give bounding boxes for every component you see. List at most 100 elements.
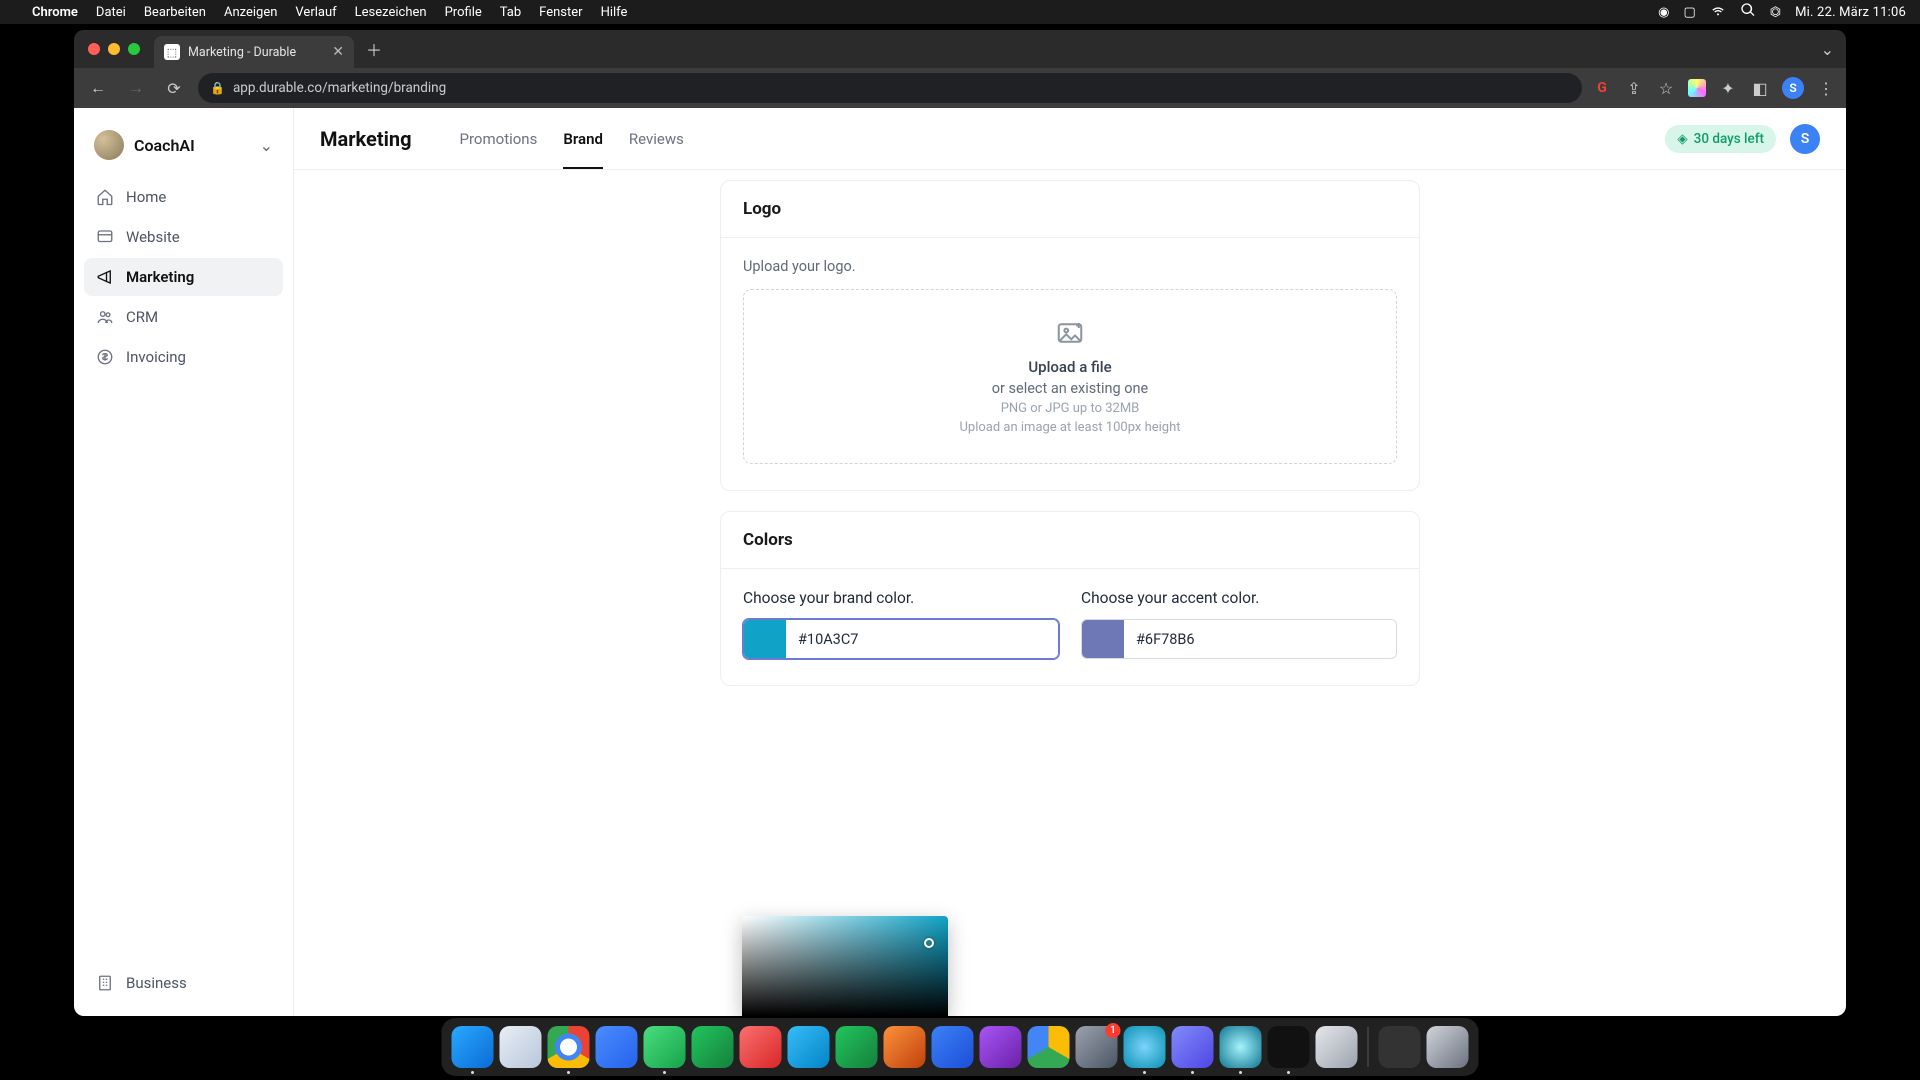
chevron-down-icon: ⌄	[260, 136, 273, 155]
tab-close-icon[interactable]: ✕	[332, 44, 344, 60]
menubar-app-name[interactable]: Chrome	[32, 5, 78, 20]
back-button[interactable]: ←	[84, 74, 112, 102]
sidebar-item-invoicing[interactable]: Invoicing	[84, 338, 283, 376]
dock-app-whatsapp[interactable]	[644, 1026, 686, 1068]
color-picker-popover[interactable]	[742, 916, 948, 1016]
page-title: Marketing	[320, 127, 412, 151]
address-bar[interactable]: 🔒 app.durable.co/marketing/branding	[198, 73, 1582, 103]
upload-link[interactable]: Upload a file	[1028, 358, 1111, 376]
search-icon[interactable]	[1740, 2, 1756, 22]
sidebar-item-label: Website	[126, 228, 180, 246]
dock-app-drive[interactable]	[1028, 1026, 1070, 1068]
forward-button[interactable]: →	[122, 74, 150, 102]
accent-color-input[interactable]	[1124, 620, 1396, 658]
menubar-item[interactable]: Lesezeichen	[355, 5, 427, 20]
chrome-tabstrip: ⬚ Marketing - Durable ✕ ＋ ⌄	[74, 30, 1846, 68]
sidebar: CoachAI ⌄ Home Website Marketing	[74, 108, 294, 1016]
dock-app-trash[interactable]	[1427, 1026, 1469, 1068]
dock-app-excel[interactable]	[836, 1026, 878, 1068]
dock-app-circle[interactable]	[1124, 1026, 1166, 1068]
browser-tab[interactable]: ⬚ Marketing - Durable ✕	[154, 36, 354, 68]
sidebar-item-business[interactable]: Business	[84, 964, 283, 1002]
sidebar-item-label: Invoicing	[126, 348, 186, 366]
new-tab-button[interactable]: ＋	[360, 35, 388, 63]
window-minimize-button[interactable]	[108, 43, 120, 55]
tab-promotions[interactable]: Promotions	[460, 108, 538, 169]
megaphone-icon	[96, 268, 114, 286]
dock-app-trello[interactable]	[788, 1026, 830, 1068]
upload-sub2: PNG or JPG up to 32MB	[1001, 401, 1140, 416]
dock-app-settings[interactable]: 1	[1076, 1026, 1118, 1068]
topbar: Marketing Promotions Brand Reviews ◈ 30 …	[294, 108, 1846, 170]
menubar-item[interactable]: Verlauf	[295, 5, 336, 20]
menubar-clock[interactable]: Mi. 22. März 11:06	[1795, 5, 1906, 20]
dock-app-discord[interactable]	[1172, 1026, 1214, 1068]
dock-app-imovie[interactable]	[980, 1026, 1022, 1068]
battery-icon[interactable]: ▢	[1683, 5, 1695, 20]
brand-color-input[interactable]	[786, 620, 1058, 658]
upload-dropzone[interactable]: Upload a file or select an existing one …	[743, 289, 1397, 464]
profile-avatar[interactable]: S	[1790, 124, 1820, 154]
content-scroll[interactable]: Logo Upload your logo. Upload a file or …	[294, 170, 1846, 1016]
control-center-icon[interactable]: ⏣	[1770, 5, 1781, 20]
dock-app-zoom[interactable]	[596, 1026, 638, 1068]
extension-icon[interactable]	[1688, 79, 1706, 97]
dock-app-folder[interactable]	[1379, 1026, 1421, 1068]
extensions-menu-icon[interactable]: ✦	[1718, 78, 1738, 98]
dock-app-preview[interactable]	[1316, 1026, 1358, 1068]
sidebar-item-label: CRM	[126, 308, 158, 326]
bookmark-icon[interactable]: ☆	[1656, 78, 1676, 98]
menubar-item[interactable]: Bearbeiten	[144, 5, 206, 20]
mac-dock: 1	[442, 1018, 1479, 1076]
workspace-switcher[interactable]: CoachAI ⌄	[84, 122, 283, 178]
menubar-item[interactable]: Tab	[500, 5, 521, 20]
sidepanel-icon[interactable]: ◧	[1750, 78, 1770, 98]
window-maximize-button[interactable]	[128, 43, 140, 55]
wifi-icon[interactable]	[1710, 2, 1726, 22]
dock-app-chrome[interactable]	[548, 1026, 590, 1068]
home-icon	[96, 188, 114, 206]
brand-color-swatch[interactable]	[744, 620, 786, 658]
dock-app-finder[interactable]	[452, 1026, 494, 1068]
users-icon	[96, 308, 114, 326]
kebab-menu-icon[interactable]: ⋮	[1816, 78, 1836, 98]
reload-button[interactable]: ⟳	[160, 74, 188, 102]
dock-app-quicktime[interactable]	[1220, 1026, 1262, 1068]
dollar-icon	[96, 348, 114, 366]
sidebar-item-crm[interactable]: CRM	[84, 298, 283, 336]
menubar-item[interactable]: Fenster	[539, 5, 582, 20]
sidebar-item-label: Marketing	[126, 268, 194, 286]
tab-reviews[interactable]: Reviews	[629, 108, 684, 169]
main-area: Marketing Promotions Brand Reviews ◈ 30 …	[294, 108, 1846, 1016]
dock-app-safari[interactable]	[500, 1026, 542, 1068]
window-close-button[interactable]	[88, 43, 100, 55]
sidebar-item-label: Home	[126, 188, 166, 206]
record-icon[interactable]: ◉	[1658, 5, 1669, 20]
menubar-item[interactable]: Anzeigen	[224, 5, 277, 20]
menubar-item[interactable]: Hilfe	[601, 5, 628, 20]
url-text: app.durable.co/marketing/branding	[233, 80, 446, 96]
menubar-item[interactable]: Profile	[445, 5, 482, 20]
colors-heading: Colors	[743, 530, 1397, 550]
share-icon[interactable]: ⇪	[1624, 78, 1644, 98]
dock-app-voicememo[interactable]	[1268, 1026, 1310, 1068]
brand-color-input-group	[743, 619, 1059, 659]
trial-days-badge[interactable]: ◈ 30 days left	[1665, 125, 1776, 153]
upload-sub1: or select an existing one	[992, 380, 1148, 397]
dock-app-powerpoint[interactable]	[884, 1026, 926, 1068]
sidebar-item-home[interactable]: Home	[84, 178, 283, 216]
colors-card: Colors Choose your brand color.	[720, 511, 1420, 686]
tab-brand[interactable]: Brand	[563, 108, 603, 169]
menubar-item[interactable]: Datei	[96, 5, 126, 20]
sidebar-item-marketing[interactable]: Marketing	[84, 258, 283, 296]
tab-label: Promotions	[460, 130, 538, 148]
google-icon[interactable]: G	[1592, 78, 1612, 98]
dock-app-spotify[interactable]	[692, 1026, 734, 1068]
chrome-profile-avatar[interactable]: S	[1782, 77, 1804, 99]
dock-app-word[interactable]	[932, 1026, 974, 1068]
tab-list-dropdown-icon[interactable]: ⌄	[1821, 40, 1834, 59]
sidebar-item-website[interactable]: Website	[84, 218, 283, 256]
accent-color-swatch[interactable]	[1082, 620, 1124, 658]
dock-app-todoist[interactable]	[740, 1026, 782, 1068]
color-picker-pointer[interactable]	[924, 938, 934, 948]
